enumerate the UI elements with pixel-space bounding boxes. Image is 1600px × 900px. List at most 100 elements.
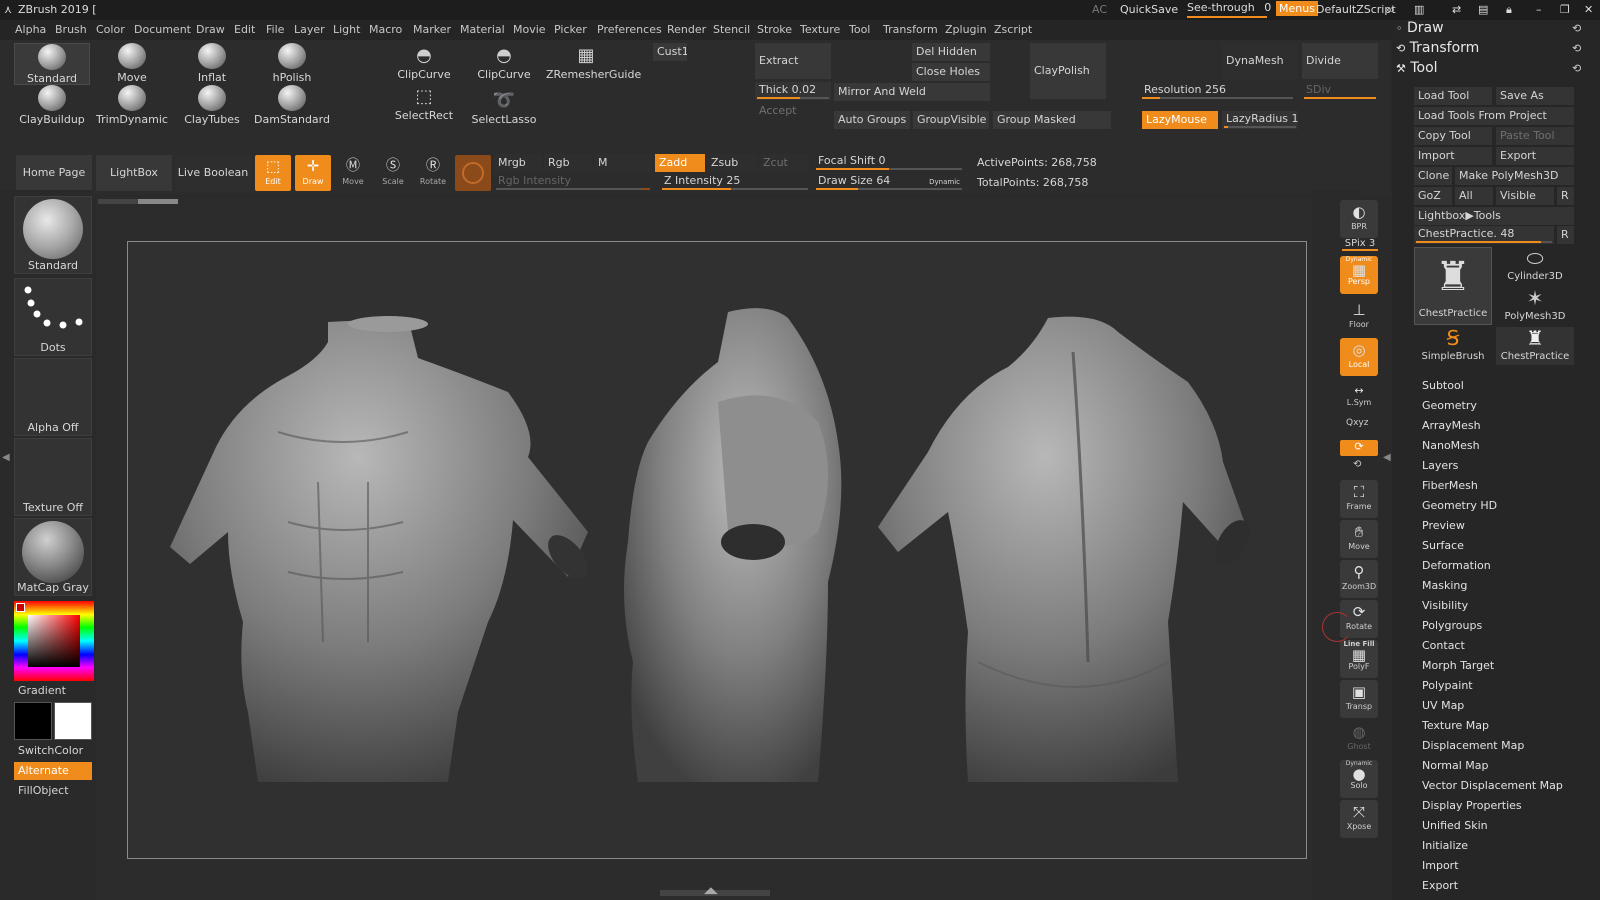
subpalette-import[interactable]: Import (1422, 859, 1459, 872)
export-tool-button[interactable]: Export (1496, 147, 1574, 165)
auto-groups-button[interactable]: Auto Groups (834, 111, 910, 129)
mrgb-button[interactable]: Mrgb (494, 154, 542, 172)
subpalette-polygroups[interactable]: Polygroups (1422, 619, 1482, 632)
make-polymesh3d-button[interactable]: Make PolyMesh3D (1455, 167, 1574, 185)
subpalette-display-properties[interactable]: Display Properties (1422, 799, 1522, 812)
subpalette-arraymesh[interactable]: ArrayMesh (1422, 419, 1481, 432)
z-intensity-slider[interactable]: Z Intensity 25 (660, 173, 810, 191)
dynamesh-button[interactable]: DynaMesh (1222, 43, 1298, 79)
subpalette-subtool[interactable]: Subtool (1422, 379, 1464, 392)
solo-button[interactable]: Dynamic ● Solo (1340, 760, 1378, 798)
menu-layer[interactable]: Layer (294, 23, 325, 36)
switch-color-button[interactable]: SwitchColor (14, 742, 92, 760)
bottom-tray-toggle-icon[interactable]: ◢◣ (704, 886, 718, 896)
menu-light[interactable]: Light (333, 23, 360, 36)
rgb-intensity-slider[interactable]: Rgb Intensity (494, 173, 652, 191)
subpalette-geometry[interactable]: Geometry (1422, 399, 1477, 412)
zremesher-guide-button[interactable]: ▦ ZRemesherGuide (546, 44, 641, 86)
brush-standard[interactable]: Standard (14, 43, 90, 85)
menu-transform[interactable]: Transform (883, 23, 938, 36)
menu-material[interactable]: Material (460, 23, 505, 36)
clone-button[interactable]: Clone (1414, 167, 1452, 185)
subpalette-preview[interactable]: Preview (1422, 519, 1465, 532)
brush-move[interactable]: Move (94, 43, 170, 85)
menu-render[interactable]: Render (667, 23, 706, 36)
menu-stroke[interactable]: Stroke (757, 23, 792, 36)
brush-claytubes[interactable]: ClayTubes (174, 85, 250, 127)
draw-size-slider[interactable]: Draw Size 64 Dynamic (814, 173, 964, 191)
subpalette-export[interactable]: Export (1422, 879, 1458, 892)
subpalette-visibility[interactable]: Visibility (1422, 599, 1468, 612)
layout-icon[interactable]: ▥ (1414, 3, 1424, 16)
save-as-button[interactable]: Save As (1496, 87, 1574, 105)
transp-button[interactable]: ▣ Transp (1340, 680, 1378, 718)
clipcurve-button-1[interactable]: ◓ ClipCurve (386, 44, 462, 86)
tool-palette-header[interactable]: ⚒ Tool (1396, 60, 1438, 76)
material-sphere-button[interactable] (455, 155, 491, 191)
focal-shift-slider[interactable]: Focal Shift 0 (814, 153, 964, 171)
lightbox-tools-button[interactable]: Lightbox▶Tools (1414, 207, 1574, 225)
menu-alpha[interactable]: Alpha (15, 23, 46, 36)
transform-palette-header[interactable]: ⟲ Transform (1396, 40, 1479, 56)
subpalette-texture-map[interactable]: Texture Map (1422, 719, 1489, 732)
stroke-selector[interactable]: Dots (14, 278, 92, 356)
move-mode-button[interactable]: Ⓜ Move (335, 155, 371, 191)
group-visible-button[interactable]: GroupVisible (913, 111, 989, 129)
thick-slider[interactable]: Thick 0.02 (755, 82, 831, 100)
spix-slider[interactable]: SPix 3 (1342, 238, 1378, 251)
menu-zscript[interactable]: Zscript (994, 23, 1032, 36)
lsym-button[interactable]: ↔ L.Sym (1340, 384, 1378, 410)
draw-palette-reset-icon[interactable]: ⟲ (1572, 22, 1581, 35)
brush-inflat[interactable]: Inflat (174, 43, 250, 85)
resolution-slider[interactable]: Resolution 256 (1140, 82, 1295, 100)
goz-all-button[interactable]: All (1455, 187, 1493, 205)
frame-button[interactable]: ⛶ Frame (1340, 480, 1378, 518)
config-icon[interactable]: ▤ (1478, 3, 1488, 16)
tool-slider[interactable]: ChestPractice. 48 (1414, 226, 1554, 244)
menu-brush[interactable]: Brush (55, 23, 87, 36)
close-icon[interactable]: ✕ (1584, 3, 1593, 16)
quicksave-button[interactable]: QuickSave (1120, 3, 1178, 16)
m-button[interactable]: M (594, 154, 652, 172)
subpalette-fibermesh[interactable]: FiberMesh (1422, 479, 1478, 492)
subpalette-deformation[interactable]: Deformation (1422, 559, 1491, 572)
subpalette-uv-map[interactable]: UV Map (1422, 699, 1464, 712)
tool-thumb-cylinder3d[interactable]: ⬭ Cylinder3D (1496, 247, 1574, 285)
lazyradius-slider[interactable]: LazyRadius 1 (1222, 111, 1299, 129)
accept-button[interactable]: Accept (755, 102, 831, 120)
goz-button[interactable]: GoZ (1414, 187, 1452, 205)
sdiv-slider[interactable]: SDiv (1302, 82, 1378, 100)
subpalette-initialize[interactable]: Initialize (1422, 839, 1468, 852)
ghost-button[interactable]: ◍ Ghost (1340, 720, 1378, 758)
document-frame[interactable] (127, 241, 1307, 859)
subpalette-contact[interactable]: Contact (1422, 639, 1465, 652)
left-collapse-icon[interactable]: ◀ (2, 452, 10, 463)
tool-thumb-chestpractice-2[interactable]: ♜ ChestPractice (1496, 327, 1574, 365)
home-page-button[interactable]: Home Page (16, 155, 92, 191)
subpalette-unified-skin[interactable]: Unified Skin (1422, 819, 1488, 832)
canvas-scroll-thumb[interactable] (138, 199, 178, 204)
lock-icon[interactable]: 🔒︎ (1506, 3, 1512, 17)
zcut-button[interactable]: Zcut (759, 154, 809, 172)
move-view-button[interactable]: ✋︎ Move (1340, 520, 1378, 558)
xyz-rotation-button[interactable]: Qxyz (1346, 418, 1368, 428)
draw-mode-button[interactable]: ✛ Draw (295, 155, 331, 191)
subpalette-geometry-hd[interactable]: Geometry HD (1422, 499, 1497, 512)
menu-zplugin[interactable]: Zplugin (945, 23, 987, 36)
z-axis-rotation-icon[interactable]: ⟲ (1353, 459, 1361, 470)
subpalette-nanomesh[interactable]: NanoMesh (1422, 439, 1480, 452)
persp-button[interactable]: Dynamic ▦ Persp (1340, 256, 1378, 294)
import-tool-button[interactable]: Import (1414, 147, 1492, 165)
rgb-button[interactable]: Rgb (544, 154, 592, 172)
minimize-icon[interactable]: – (1536, 3, 1542, 16)
zadd-button[interactable]: Zadd (655, 154, 705, 172)
zsub-button[interactable]: Zsub (707, 154, 757, 172)
subpalette-normal-map[interactable]: Normal Map (1422, 759, 1489, 772)
zoom3d-button[interactable]: ⚲ Zoom3D (1340, 560, 1378, 598)
subpalette-vector-displacement-map[interactable]: Vector Displacement Map (1422, 779, 1563, 792)
brush-damstandard[interactable]: DamStandard (254, 85, 330, 127)
floor-button[interactable]: ⊥ Floor (1340, 298, 1378, 336)
tray-toggle-icon[interactable]: ‹› (1386, 3, 1395, 16)
extract-button[interactable]: Extract (755, 43, 831, 79)
group-masked-button[interactable]: Group Masked (993, 111, 1111, 129)
